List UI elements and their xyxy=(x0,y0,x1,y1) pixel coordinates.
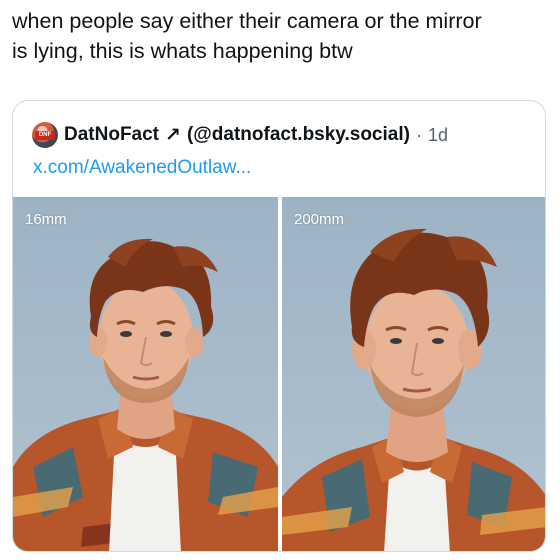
quoted-post-header: DNF DatNoFact ↗ (@datnofact.bsky.social)… xyxy=(32,121,448,149)
portrait-200mm-icon xyxy=(282,228,545,551)
user-handle[interactable]: (@datnofact.bsky.social) xyxy=(187,124,410,146)
quoted-post-card[interactable]: DNF DatNoFact ↗ (@datnofact.bsky.social)… xyxy=(12,100,546,552)
lens-label-200mm: 200mm xyxy=(294,211,345,228)
avatar[interactable]: DNF xyxy=(32,122,58,148)
post-text: when people say either their camera or t… xyxy=(12,9,482,63)
photo-16mm[interactable]: 16mm xyxy=(13,197,278,551)
quoted-link[interactable]: x.com/AwakenedOutlaw... xyxy=(33,157,251,179)
display-name[interactable]: DatNoFact xyxy=(64,124,159,146)
separator-dot: · xyxy=(415,124,422,145)
lens-label-16mm: 16mm xyxy=(25,211,67,228)
photo-200mm[interactable]: 200mm xyxy=(282,197,545,551)
portrait-16mm-icon xyxy=(13,238,278,551)
external-link-arrow-icon: ↗ xyxy=(165,124,181,146)
post-timestamp[interactable]: 1d xyxy=(428,125,448,146)
avatar-badge: DNF xyxy=(35,131,55,140)
